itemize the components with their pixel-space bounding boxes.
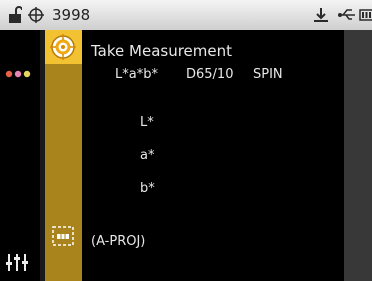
target-icon[interactable] (49, 33, 77, 61)
download-icon (314, 8, 328, 22)
lock-icon (9, 6, 22, 23)
b-star-label: b* (140, 181, 155, 196)
instrument-id: 3998 (52, 6, 91, 24)
scroll-bar[interactable] (344, 30, 372, 281)
illuminant-label: D65/10 (186, 67, 234, 82)
status-bar: 3998 (0, 0, 372, 30)
dots-icon[interactable] (5, 70, 33, 78)
l-star-label: L* (140, 115, 154, 130)
left-rail (0, 30, 40, 281)
instrument-screen: 3998 Take Measurement L*a*b* D65/10 SPIN… (0, 0, 372, 281)
crosshair-icon (28, 7, 44, 23)
a-star-label: a* (140, 148, 155, 163)
usb-icon (338, 9, 355, 20)
battery-icon (359, 9, 372, 21)
project-name[interactable]: (A-PROJ) (91, 234, 145, 249)
specular-mode-label: SPIN (253, 67, 283, 82)
sliders-icon[interactable] (6, 252, 28, 272)
measurement-panel: Take Measurement L*a*b* D65/10 SPIN L* a… (82, 30, 344, 281)
project-icon[interactable] (52, 226, 74, 246)
page-title: Take Measurement (91, 42, 232, 60)
color-space-label: L*a*b* (115, 67, 158, 82)
